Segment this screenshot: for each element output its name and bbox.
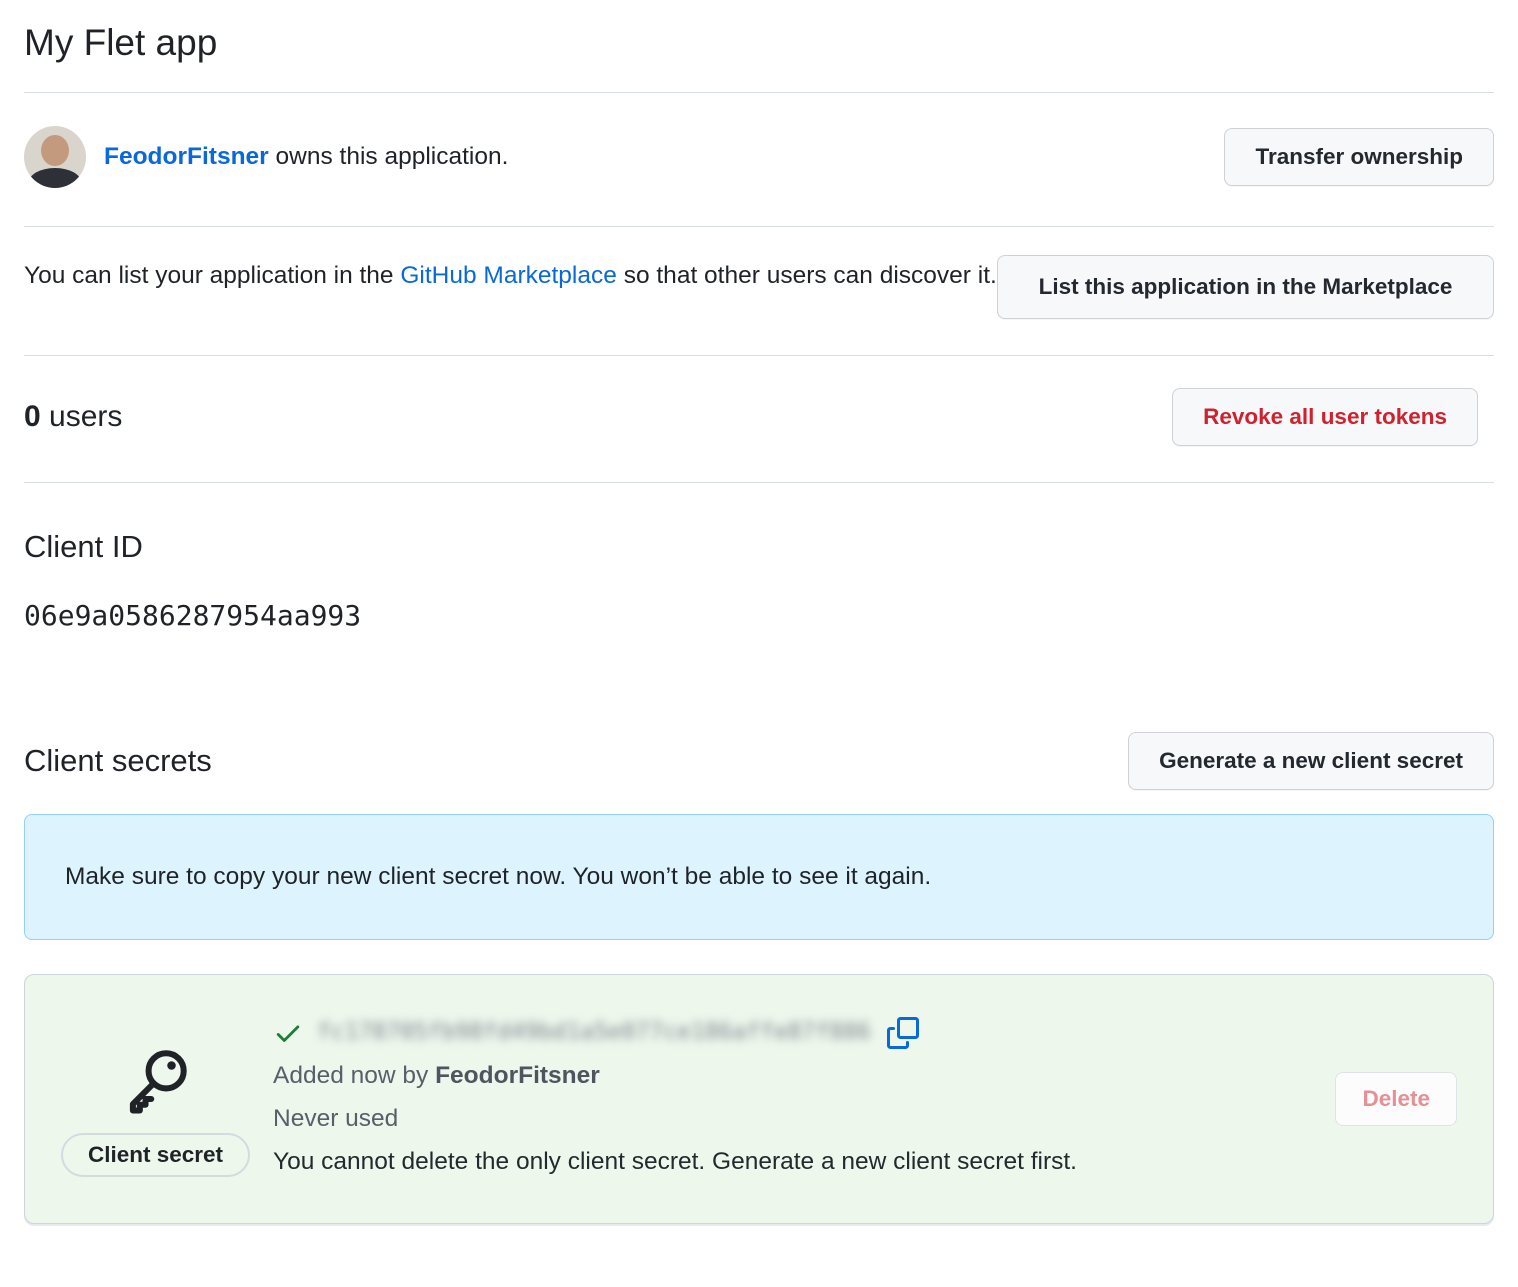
users-section: 0 users Revoke all user tokens bbox=[24, 356, 1494, 482]
transfer-ownership-button[interactable]: Transfer ownership bbox=[1224, 128, 1494, 186]
app-settings-page: My Flet app FeodorFitsner owns this appl… bbox=[0, 0, 1518, 1249]
secret-usage-line: Never used bbox=[273, 1097, 1335, 1140]
secret-added-prefix: Added now by bbox=[273, 1062, 435, 1089]
copy-icon bbox=[887, 1017, 919, 1049]
users-label: users bbox=[41, 400, 123, 433]
copy-secret-button[interactable] bbox=[887, 1017, 919, 1049]
page-title: My Flet app bbox=[24, 0, 1494, 92]
owner-line: FeodorFitsner owns this application. bbox=[104, 143, 508, 171]
client-secret-panel: Client secret fc178705fb98fd49bd1a5e077c… bbox=[24, 974, 1494, 1224]
list-in-marketplace-button[interactable]: List this application in the Marketplace bbox=[997, 255, 1494, 319]
users-count-heading: 0 users bbox=[24, 400, 122, 434]
owner-section: FeodorFitsner owns this application. Tra… bbox=[24, 93, 1494, 226]
client-id-value: 06e9a0586287954aa993 bbox=[24, 599, 1494, 632]
owner-username-link[interactable]: FeodorFitsner bbox=[104, 143, 269, 170]
client-secrets-heading: Client secrets bbox=[24, 743, 212, 779]
avatar-shirt-shape bbox=[29, 168, 81, 188]
client-secrets-header: Client secrets Generate a new client sec… bbox=[24, 732, 1494, 790]
client-secret-details: fc178705fb98fd49bd1a5e077ce186affe87f886… bbox=[273, 1011, 1335, 1183]
check-icon bbox=[273, 1018, 303, 1048]
copy-secret-notice-banner: Make sure to copy your new client secret… bbox=[24, 814, 1494, 940]
marketplace-text: You can list your application in the Git… bbox=[24, 255, 997, 297]
client-secret-value-row: fc178705fb98fd49bd1a5e077ce186affe87f886 bbox=[273, 1011, 1335, 1054]
divider bbox=[24, 482, 1494, 483]
generate-new-client-secret-button[interactable]: Generate a new client secret bbox=[1128, 732, 1494, 790]
client-id-section: Client ID 06e9a0586287954aa993 bbox=[24, 529, 1494, 632]
users-count: 0 bbox=[24, 400, 41, 433]
owner-avatar bbox=[24, 126, 86, 188]
secret-added-by: FeodorFitsner bbox=[435, 1062, 600, 1089]
owner-line-suffix: owns this application. bbox=[269, 143, 509, 170]
secret-delete-note: You cannot delete the only client secret… bbox=[273, 1140, 1335, 1183]
marketplace-text-suffix: so that other users can discover it. bbox=[617, 262, 997, 289]
key-icon bbox=[118, 1043, 194, 1119]
avatar-head-shape bbox=[41, 135, 69, 166]
marketplace-text-prefix: You can list your application in the bbox=[24, 262, 400, 289]
revoke-all-user-tokens-button[interactable]: Revoke all user tokens bbox=[1172, 388, 1478, 446]
secret-added-line: Added now by FeodorFitsner bbox=[273, 1054, 1335, 1097]
client-secret-badge: Client secret bbox=[61, 1133, 250, 1177]
github-marketplace-link[interactable]: GitHub Marketplace bbox=[400, 262, 617, 289]
delete-secret-button[interactable]: Delete bbox=[1335, 1072, 1457, 1126]
client-secret-badge-column: Client secret bbox=[61, 1011, 273, 1177]
client-id-heading: Client ID bbox=[24, 529, 1494, 565]
marketplace-section: You can list your application in the Git… bbox=[24, 227, 1494, 355]
masked-client-secret-value: fc178705fb98fd49bd1a5e077ce186affe87f886 bbox=[317, 1011, 871, 1054]
